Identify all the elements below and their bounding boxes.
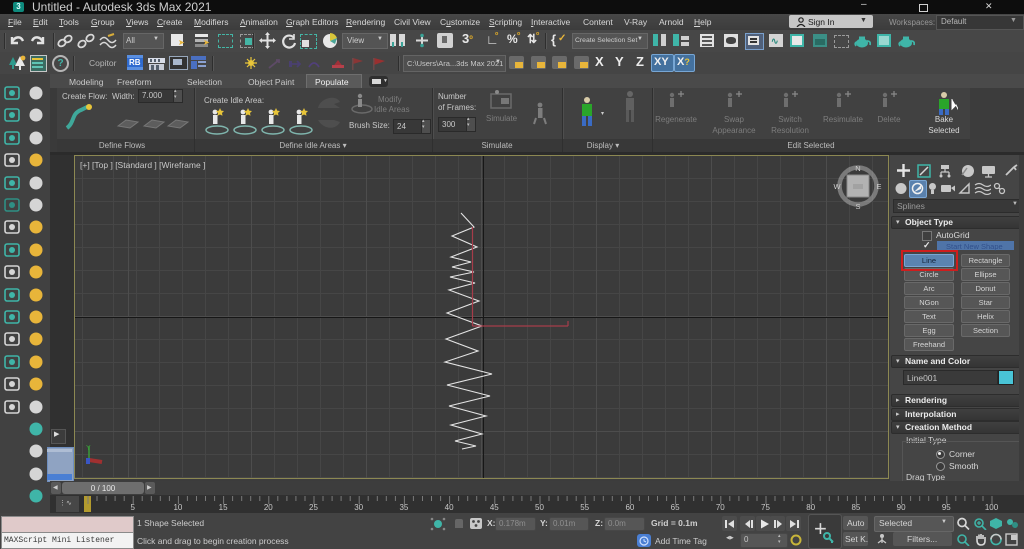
svg-text:60: 60 (625, 503, 634, 512)
svg-text:E: E (876, 182, 881, 191)
svg-text:90: 90 (897, 503, 906, 512)
svg-text:5: 5 (130, 503, 135, 512)
svg-text:45: 45 (490, 503, 499, 512)
svg-text:65: 65 (671, 503, 680, 512)
svg-text:25: 25 (309, 503, 318, 512)
svg-text:35: 35 (399, 503, 408, 512)
svg-text:W: W (833, 182, 841, 191)
svg-text:95: 95 (942, 503, 951, 512)
svg-text:75: 75 (761, 503, 770, 512)
svg-text:20: 20 (264, 503, 273, 512)
svg-text:40: 40 (445, 503, 454, 512)
svg-text:70: 70 (716, 503, 725, 512)
svg-text:S: S (855, 202, 860, 211)
svg-text:50: 50 (535, 503, 544, 512)
svg-text:55: 55 (580, 503, 589, 512)
svg-text:100: 100 (985, 503, 999, 512)
svg-text:15: 15 (219, 503, 228, 512)
svg-text:85: 85 (851, 503, 860, 512)
svg-text:30: 30 (354, 503, 363, 512)
svg-text:N: N (855, 164, 860, 173)
svg-text:Y: Y (86, 445, 91, 452)
svg-text:10: 10 (173, 503, 182, 512)
svg-text:80: 80 (806, 503, 815, 512)
